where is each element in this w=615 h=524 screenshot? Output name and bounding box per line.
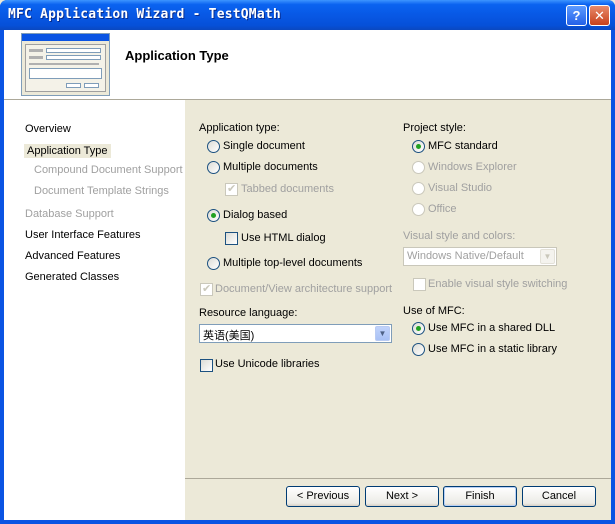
- nav-item-advanced-features[interactable]: Advanced Features: [25, 250, 120, 262]
- close-button[interactable]: ✕: [589, 5, 610, 26]
- resource-language-value: 英语(美国): [203, 330, 255, 342]
- use-html-dialog-label[interactable]: Use HTML dialog: [241, 232, 326, 244]
- static-library-radio[interactable]: [412, 343, 425, 356]
- dialog-based-label[interactable]: Dialog based: [223, 209, 287, 221]
- nav-item-application-type[interactable]: Application Type: [24, 144, 111, 158]
- nav-item-overview[interactable]: Overview: [25, 123, 71, 135]
- title-bar[interactable]: MFC Application Wizard - TestQMath ? ✕: [0, 0, 615, 30]
- office-label: Office: [428, 203, 457, 215]
- use-unicode-label[interactable]: Use Unicode libraries: [215, 358, 320, 370]
- enable-visual-style-switching-checkbox: [413, 278, 426, 291]
- finish-button[interactable]: Finish: [443, 486, 517, 507]
- windows-explorer-radio: [412, 161, 425, 174]
- previous-button[interactable]: < Previous: [286, 486, 360, 507]
- wizard-header: Application Type: [4, 30, 611, 100]
- nav-item-compound-document-support: Compound Document Support: [34, 164, 183, 176]
- next-button[interactable]: Next >: [365, 486, 439, 507]
- wizard-window: MFC Application Wizard - TestQMath ? ✕ A…: [0, 0, 615, 524]
- resource-language-select[interactable]: 英语(美国) ▼: [199, 324, 392, 343]
- doc-view-support-checkbox: [200, 282, 213, 296]
- cancel-button[interactable]: Cancel: [522, 486, 596, 507]
- use-of-mfc-label: Use of MFC:: [403, 305, 465, 317]
- project-style-label: Project style:: [403, 122, 466, 134]
- nav-item-generated-classes[interactable]: Generated Classes: [25, 271, 119, 283]
- mfc-standard-label[interactable]: MFC standard: [428, 140, 498, 152]
- visual-studio-label: Visual Studio: [428, 182, 493, 194]
- chevron-down-icon[interactable]: ▼: [375, 326, 390, 341]
- use-unicode-checkbox[interactable]: [200, 359, 213, 372]
- static-library-label[interactable]: Use MFC in a static library: [428, 343, 557, 355]
- help-button[interactable]: ?: [566, 5, 587, 26]
- multiple-documents-label[interactable]: Multiple documents: [223, 161, 318, 173]
- chevron-down-icon: ▼: [540, 249, 555, 264]
- visual-style-label: Visual style and colors:: [403, 230, 516, 242]
- doc-view-support-label: Document/View architecture support: [215, 283, 393, 295]
- wizard-nav: Overview Application Type Compound Docum…: [4, 100, 185, 520]
- resource-language-label: Resource language:: [199, 307, 298, 319]
- page-title: Application Type: [125, 48, 229, 63]
- mfc-standard-radio[interactable]: [412, 140, 425, 153]
- application-type-label: Application type:: [199, 122, 280, 134]
- multiple-documents-radio[interactable]: [207, 161, 220, 174]
- button-separator: [185, 478, 611, 479]
- wizard-client-area: Application Type Overview Application Ty…: [4, 30, 611, 520]
- nav-item-document-template-strings: Document Template Strings: [34, 185, 169, 197]
- nav-item-user-interface-features[interactable]: User Interface Features: [25, 229, 141, 241]
- visual-studio-radio: [412, 182, 425, 195]
- shared-dll-label[interactable]: Use MFC in a shared DLL: [428, 322, 555, 334]
- shared-dll-radio[interactable]: [412, 322, 425, 335]
- nav-item-database-support: Database Support: [25, 208, 114, 220]
- enable-visual-style-switching-label: Enable visual style switching: [428, 278, 568, 290]
- tabbed-documents-checkbox: [225, 182, 238, 196]
- use-html-dialog-checkbox[interactable]: [225, 232, 238, 245]
- visual-style-select: Windows Native/Default ▼: [403, 247, 557, 266]
- single-document-label[interactable]: Single document: [223, 140, 305, 152]
- tabbed-documents-label: Tabbed documents: [241, 183, 334, 195]
- window-frame-bottom: [0, 520, 615, 524]
- wizard-body: Overview Application Type Compound Docum…: [4, 100, 611, 520]
- single-document-radio[interactable]: [207, 140, 220, 153]
- dialog-based-radio[interactable]: [207, 209, 220, 222]
- visual-style-value: Windows Native/Default: [407, 250, 524, 262]
- windows-explorer-label: Windows Explorer: [428, 161, 517, 173]
- multiple-top-level-radio[interactable]: [207, 257, 220, 270]
- office-radio: [412, 203, 425, 216]
- multiple-top-level-label[interactable]: Multiple top-level documents: [223, 257, 362, 269]
- dialog-preview-icon: [21, 33, 110, 96]
- window-title: MFC Application Wizard - TestQMath: [8, 7, 281, 22]
